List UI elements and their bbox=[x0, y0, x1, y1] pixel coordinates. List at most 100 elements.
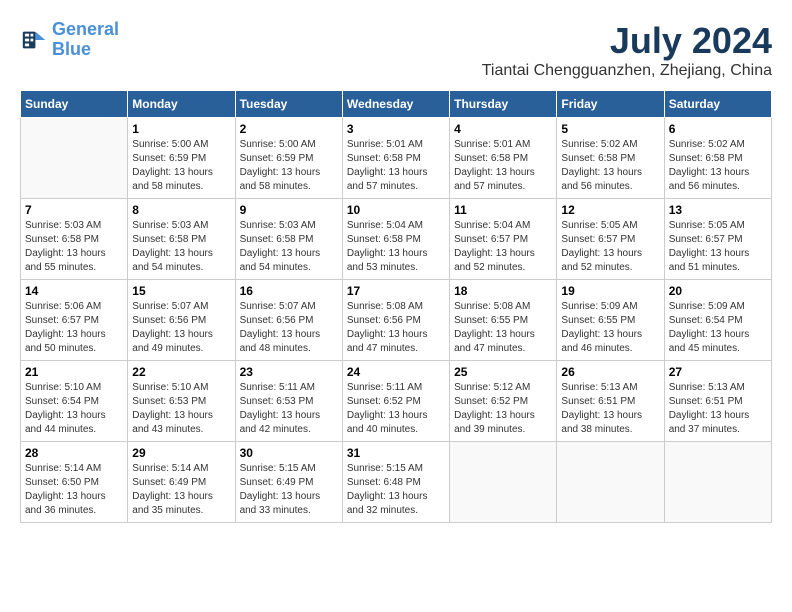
calendar-cell: 12 Sunrise: 5:05 AM Sunset: 6:57 PM Dayli… bbox=[557, 199, 664, 280]
day-number: 8 bbox=[132, 203, 230, 217]
calendar-week-row: 21Sunrise: 5:10 AM Sunset: 6:54 PM Dayli… bbox=[21, 361, 772, 442]
calendar-cell: 29Sunrise: 5:14 AM Sunset: 6:49 PM Dayli… bbox=[128, 442, 235, 523]
calendar-cell: 31Sunrise: 5:15 AM Sunset: 6:48 PM Dayli… bbox=[342, 442, 449, 523]
day-number: 10 bbox=[347, 203, 445, 217]
day-info: Sunrise: 5:07 AM Sunset: 6:56 PM Dayligh… bbox=[240, 300, 338, 356]
day-info: Sunrise: 5:03 AM Sunset: 6:58 PM Dayligh… bbox=[240, 219, 338, 275]
calendar-week-row: 7 Sunrise: 5:03 AM Sunset: 6:58 PM Daylig… bbox=[21, 199, 772, 280]
day-info: Sunrise: 5:09 AM Sunset: 6:54 PM Dayligh… bbox=[669, 300, 767, 356]
day-number: 7 bbox=[25, 203, 123, 217]
calendar-cell: 3 Sunrise: 5:01 AM Sunset: 6:58 PM Daylig… bbox=[342, 118, 449, 199]
day-number: 12 bbox=[561, 203, 659, 217]
calendar-cell: 15Sunrise: 5:07 AM Sunset: 6:56 PM Dayli… bbox=[128, 280, 235, 361]
calendar-cell: 2Sunrise: 5:00 AM Sunset: 6:59 PM Daylig… bbox=[235, 118, 342, 199]
calendar-cell bbox=[557, 442, 664, 523]
calendar-cell: 23Sunrise: 5:11 AM Sunset: 6:53 PM Dayli… bbox=[235, 361, 342, 442]
calendar-cell: 26 Sunrise: 5:13 AM Sunset: 6:51 PM Dayli… bbox=[557, 361, 664, 442]
calendar-cell: 14 Sunrise: 5:06 AM Sunset: 6:57 PM Dayli… bbox=[21, 280, 128, 361]
day-number: 24 bbox=[347, 365, 445, 379]
day-info: Sunrise: 5:15 AM Sunset: 6:49 PM Dayligh… bbox=[240, 462, 338, 518]
calendar-cell: 30 Sunrise: 5:15 AM Sunset: 6:49 PM Dayli… bbox=[235, 442, 342, 523]
day-info: Sunrise: 5:08 AM Sunset: 6:55 PM Dayligh… bbox=[454, 300, 552, 356]
title-section: July 2024 Tiantai Chengguanzhen, Zhejian… bbox=[482, 20, 772, 80]
day-number: 6 bbox=[669, 122, 767, 136]
day-info: Sunrise: 5:01 AM Sunset: 6:58 PM Dayligh… bbox=[347, 138, 445, 194]
logo-icon bbox=[20, 26, 48, 54]
day-number: 11 bbox=[454, 203, 552, 217]
day-info: Sunrise: 5:02 AM Sunset: 6:58 PM Dayligh… bbox=[561, 138, 659, 194]
day-number: 26 bbox=[561, 365, 659, 379]
calendar-week-row: 14 Sunrise: 5:06 AM Sunset: 6:57 PM Dayli… bbox=[21, 280, 772, 361]
day-info: Sunrise: 5:11 AM Sunset: 6:53 PM Dayligh… bbox=[240, 381, 338, 437]
col-header-thursday: Thursday bbox=[450, 91, 557, 118]
day-info: Sunrise: 5:05 AM Sunset: 6:57 PM Dayligh… bbox=[561, 219, 659, 275]
calendar-cell: 24 Sunrise: 5:11 AM Sunset: 6:52 PM Dayli… bbox=[342, 361, 449, 442]
day-info: Sunrise: 5:10 AM Sunset: 6:53 PM Dayligh… bbox=[132, 381, 230, 437]
calendar-header-row: SundayMondayTuesdayWednesdayThursdayFrid… bbox=[21, 91, 772, 118]
day-number: 5 bbox=[561, 122, 659, 136]
day-info: Sunrise: 5:11 AM Sunset: 6:52 PM Dayligh… bbox=[347, 381, 445, 437]
calendar-cell: 17Sunrise: 5:08 AM Sunset: 6:56 PM Dayli… bbox=[342, 280, 449, 361]
logo-text: General Blue bbox=[52, 20, 119, 60]
day-info: Sunrise: 5:08 AM Sunset: 6:56 PM Dayligh… bbox=[347, 300, 445, 356]
month-title: July 2024 bbox=[482, 20, 772, 62]
day-info: Sunrise: 5:10 AM Sunset: 6:54 PM Dayligh… bbox=[25, 381, 123, 437]
day-info: Sunrise: 5:00 AM Sunset: 6:59 PM Dayligh… bbox=[132, 138, 230, 194]
calendar-cell: 7 Sunrise: 5:03 AM Sunset: 6:58 PM Daylig… bbox=[21, 199, 128, 280]
day-number: 3 bbox=[347, 122, 445, 136]
calendar-cell: 5 Sunrise: 5:02 AM Sunset: 6:58 PM Daylig… bbox=[557, 118, 664, 199]
day-info: Sunrise: 5:02 AM Sunset: 6:58 PM Dayligh… bbox=[669, 138, 767, 194]
day-number: 19 bbox=[561, 284, 659, 298]
calendar-cell: 22Sunrise: 5:10 AM Sunset: 6:53 PM Dayli… bbox=[128, 361, 235, 442]
day-number: 25 bbox=[454, 365, 552, 379]
day-number: 29 bbox=[132, 446, 230, 460]
day-info: Sunrise: 5:06 AM Sunset: 6:57 PM Dayligh… bbox=[25, 300, 123, 356]
day-number: 28 bbox=[25, 446, 123, 460]
calendar-week-row: 1Sunrise: 5:00 AM Sunset: 6:59 PM Daylig… bbox=[21, 118, 772, 199]
calendar-cell: 1Sunrise: 5:00 AM Sunset: 6:59 PM Daylig… bbox=[128, 118, 235, 199]
day-number: 14 bbox=[25, 284, 123, 298]
calendar-cell: 27 Sunrise: 5:13 AM Sunset: 6:51 PM Dayli… bbox=[664, 361, 771, 442]
day-number: 2 bbox=[240, 122, 338, 136]
day-number: 30 bbox=[240, 446, 338, 460]
calendar-cell: 13 Sunrise: 5:05 AM Sunset: 6:57 PM Dayli… bbox=[664, 199, 771, 280]
col-header-sunday: Sunday bbox=[21, 91, 128, 118]
day-number: 16 bbox=[240, 284, 338, 298]
day-number: 20 bbox=[669, 284, 767, 298]
day-number: 31 bbox=[347, 446, 445, 460]
col-header-monday: Monday bbox=[128, 91, 235, 118]
calendar-cell: 8 Sunrise: 5:03 AM Sunset: 6:58 PM Daylig… bbox=[128, 199, 235, 280]
day-info: Sunrise: 5:12 AM Sunset: 6:52 PM Dayligh… bbox=[454, 381, 552, 437]
logo: General Blue bbox=[20, 20, 119, 60]
calendar-cell: 10 Sunrise: 5:04 AM Sunset: 6:58 PM Dayli… bbox=[342, 199, 449, 280]
calendar-cell: 4Sunrise: 5:01 AM Sunset: 6:58 PM Daylig… bbox=[450, 118, 557, 199]
day-info: Sunrise: 5:09 AM Sunset: 6:55 PM Dayligh… bbox=[561, 300, 659, 356]
day-number: 18 bbox=[454, 284, 552, 298]
calendar-cell: 6 Sunrise: 5:02 AM Sunset: 6:58 PM Daylig… bbox=[664, 118, 771, 199]
calendar-cell: 16 Sunrise: 5:07 AM Sunset: 6:56 PM Dayli… bbox=[235, 280, 342, 361]
calendar-cell: 25 Sunrise: 5:12 AM Sunset: 6:52 PM Dayli… bbox=[450, 361, 557, 442]
day-number: 15 bbox=[132, 284, 230, 298]
day-info: Sunrise: 5:05 AM Sunset: 6:57 PM Dayligh… bbox=[669, 219, 767, 275]
page-header: General Blue July 2024 Tiantai Chengguan… bbox=[20, 20, 772, 80]
calendar-cell: 11 Sunrise: 5:04 AM Sunset: 6:57 PM Dayli… bbox=[450, 199, 557, 280]
day-number: 13 bbox=[669, 203, 767, 217]
day-info: Sunrise: 5:03 AM Sunset: 6:58 PM Dayligh… bbox=[132, 219, 230, 275]
day-info: Sunrise: 5:13 AM Sunset: 6:51 PM Dayligh… bbox=[669, 381, 767, 437]
day-number: 27 bbox=[669, 365, 767, 379]
day-info: Sunrise: 5:14 AM Sunset: 6:50 PM Dayligh… bbox=[25, 462, 123, 518]
calendar-cell: 28 Sunrise: 5:14 AM Sunset: 6:50 PM Dayli… bbox=[21, 442, 128, 523]
calendar-table: SundayMondayTuesdayWednesdayThursdayFrid… bbox=[20, 90, 772, 523]
col-header-saturday: Saturday bbox=[664, 91, 771, 118]
day-number: 9 bbox=[240, 203, 338, 217]
day-info: Sunrise: 5:03 AM Sunset: 6:58 PM Dayligh… bbox=[25, 219, 123, 275]
day-info: Sunrise: 5:04 AM Sunset: 6:58 PM Dayligh… bbox=[347, 219, 445, 275]
calendar-cell bbox=[21, 118, 128, 199]
day-info: Sunrise: 5:01 AM Sunset: 6:58 PM Dayligh… bbox=[454, 138, 552, 194]
col-header-friday: Friday bbox=[557, 91, 664, 118]
calendar-week-row: 28 Sunrise: 5:14 AM Sunset: 6:50 PM Dayli… bbox=[21, 442, 772, 523]
calendar-cell: 18 Sunrise: 5:08 AM Sunset: 6:55 PM Dayli… bbox=[450, 280, 557, 361]
calendar-cell: 21Sunrise: 5:10 AM Sunset: 6:54 PM Dayli… bbox=[21, 361, 128, 442]
day-info: Sunrise: 5:04 AM Sunset: 6:57 PM Dayligh… bbox=[454, 219, 552, 275]
day-info: Sunrise: 5:13 AM Sunset: 6:51 PM Dayligh… bbox=[561, 381, 659, 437]
